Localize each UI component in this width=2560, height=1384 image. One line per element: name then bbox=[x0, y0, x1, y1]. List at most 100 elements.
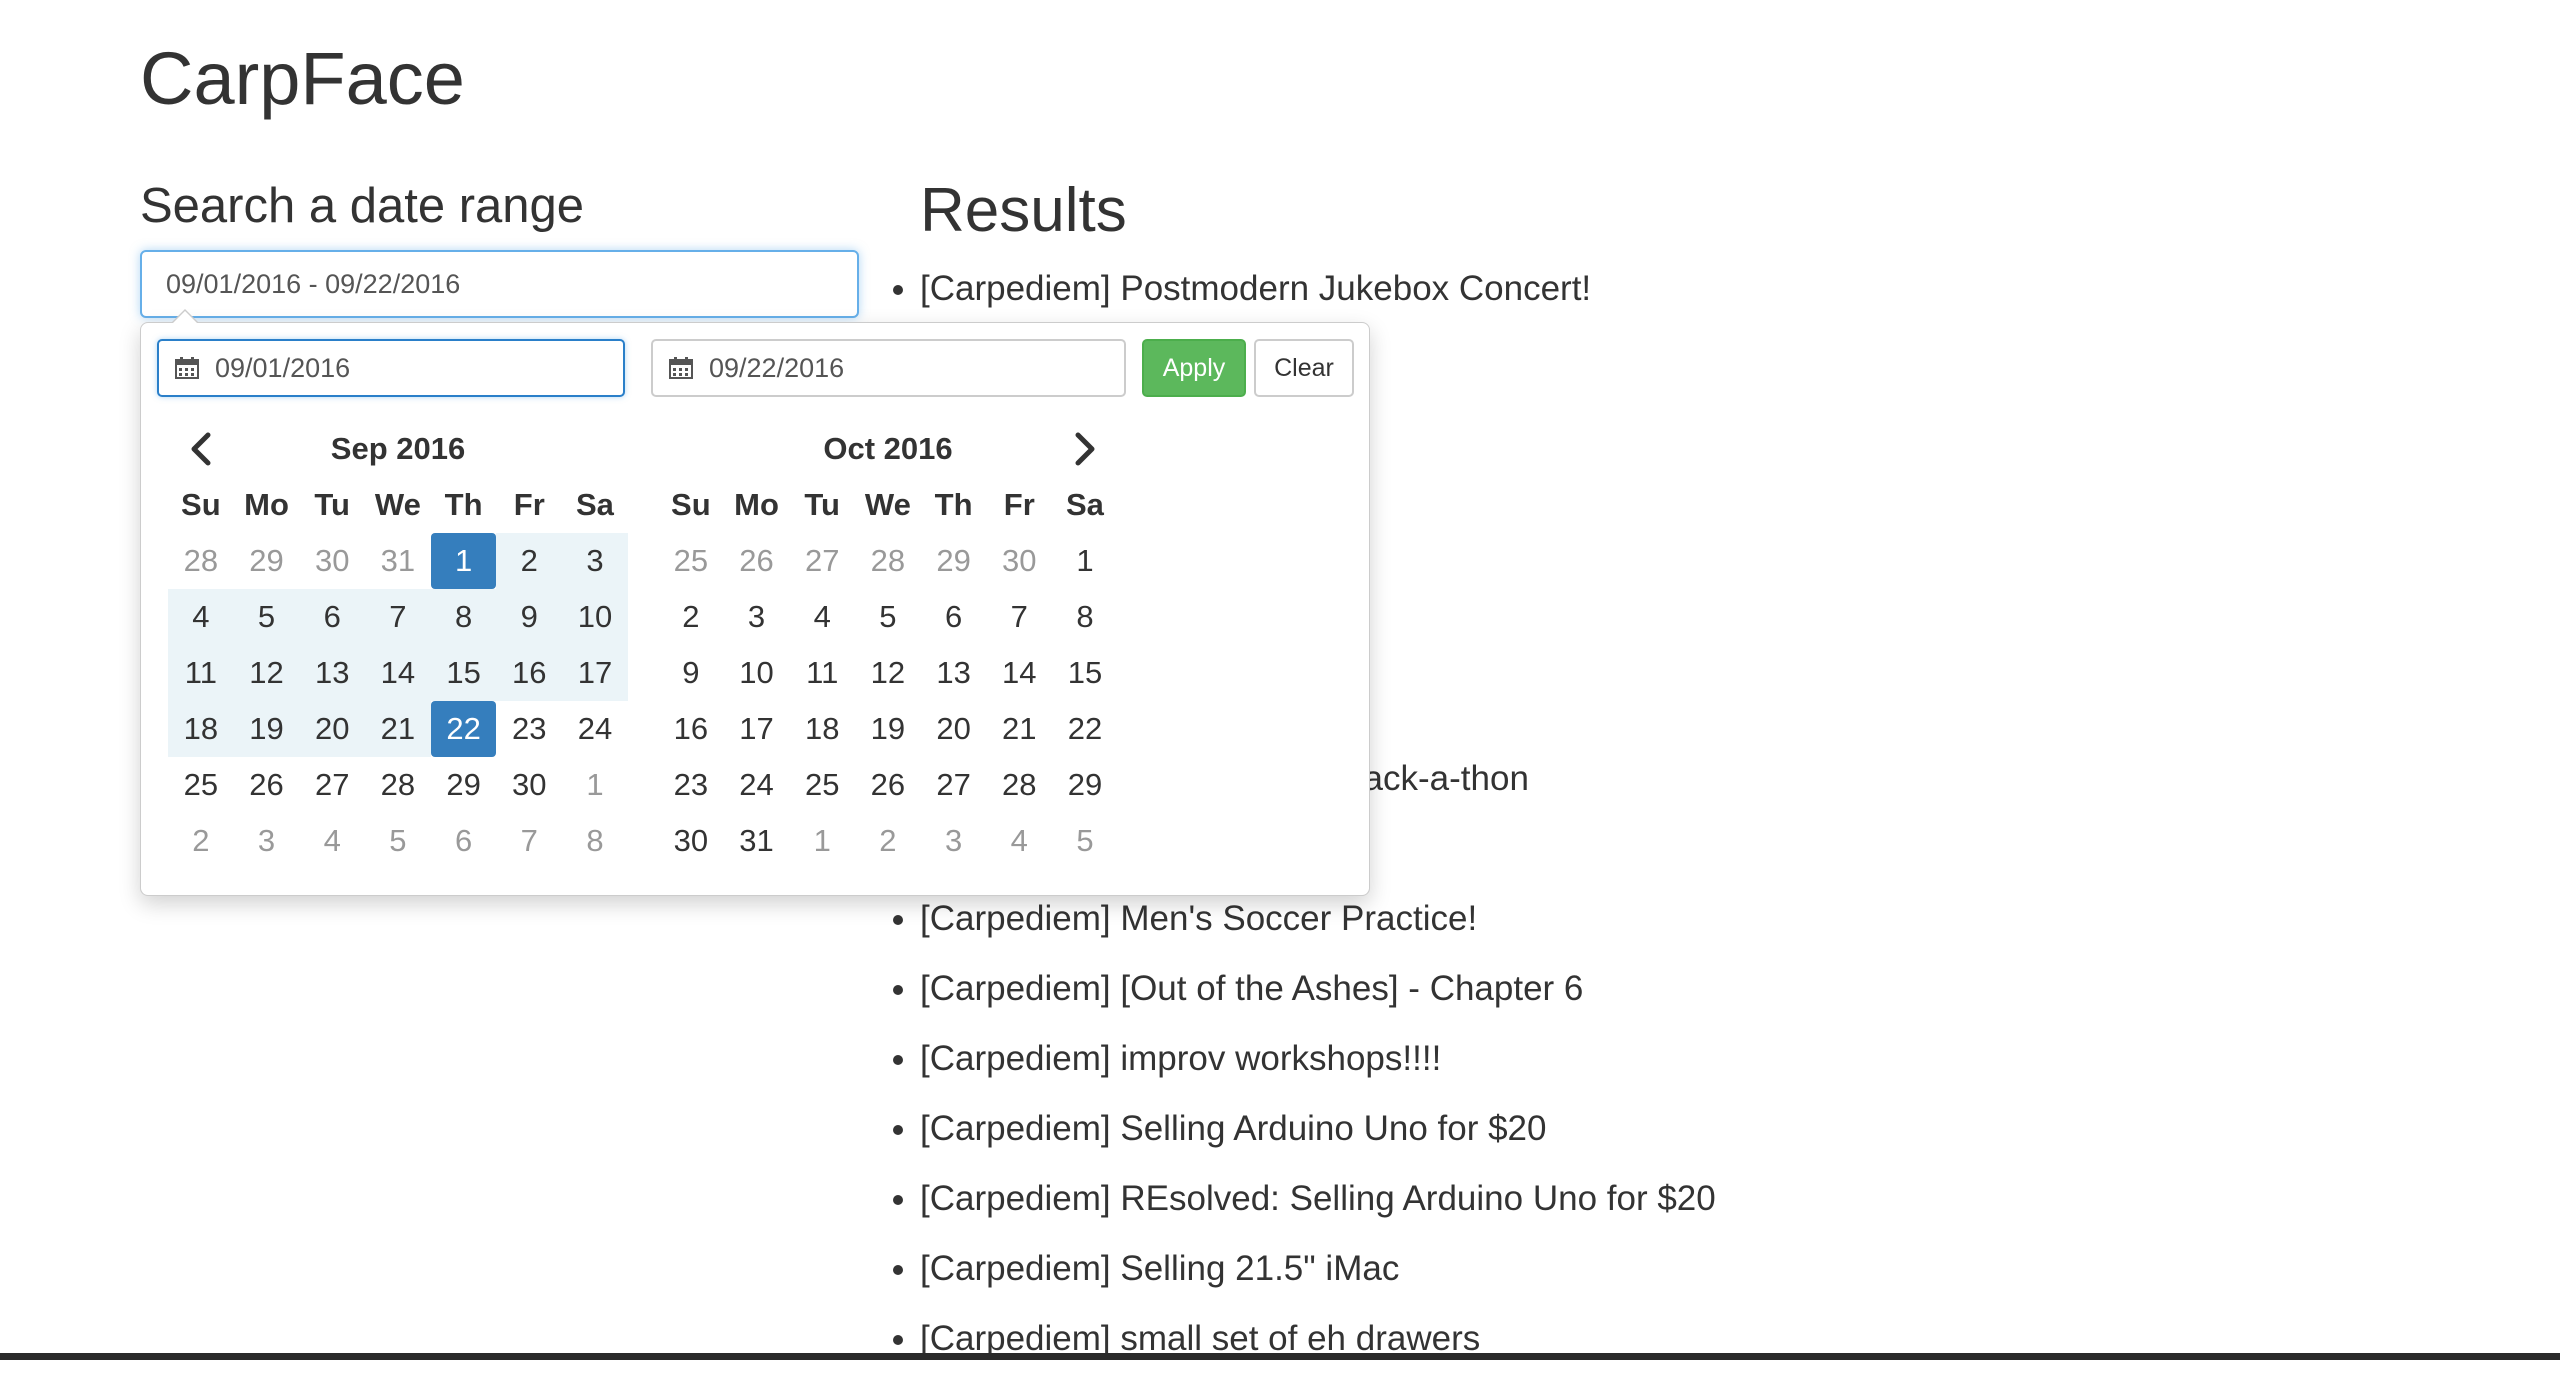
calendar-day[interactable]: 18 bbox=[168, 701, 234, 757]
calendar-day[interactable]: 2 bbox=[168, 813, 234, 869]
calendar-day[interactable]: 6 bbox=[299, 589, 366, 645]
calendar-day[interactable]: 8 bbox=[562, 813, 628, 869]
calendar-day[interactable]: 30 bbox=[299, 533, 365, 589]
calendar-day[interactable]: 8 bbox=[1052, 589, 1118, 645]
calendar-day[interactable]: 17 bbox=[562, 645, 628, 701]
calendar-day[interactable]: 6 bbox=[921, 589, 987, 645]
calendar-day[interactable]: 22 bbox=[1052, 701, 1118, 757]
chevron-right-icon[interactable] bbox=[1062, 427, 1106, 471]
calendar-day[interactable]: 7 bbox=[986, 589, 1052, 645]
calendar-day[interactable]: 14 bbox=[986, 645, 1052, 701]
calendar-day[interactable]: 5 bbox=[855, 589, 921, 645]
calendar-day[interactable]: 3 bbox=[234, 813, 300, 869]
calendar-day[interactable]: 12 bbox=[233, 645, 300, 701]
calendar-day[interactable]: 5 bbox=[365, 813, 431, 869]
calendar-day[interactable]: 1 bbox=[430, 533, 497, 589]
weekday-header: Tu bbox=[314, 487, 350, 522]
calendar-day[interactable]: 27 bbox=[299, 757, 365, 813]
calendar-day[interactable]: 21 bbox=[986, 701, 1052, 757]
calendar-day[interactable]: 30 bbox=[986, 533, 1052, 589]
calendar-day[interactable]: 15 bbox=[430, 645, 497, 701]
calendar-day[interactable]: 23 bbox=[658, 757, 724, 813]
apply-button[interactable]: Apply bbox=[1142, 339, 1246, 397]
calendar-day[interactable]: 20 bbox=[299, 701, 366, 757]
calendar-day[interactable]: 12 bbox=[855, 645, 921, 701]
calendar-day[interactable]: 16 bbox=[496, 645, 563, 701]
calendar-day[interactable]: 4 bbox=[168, 589, 234, 645]
calendar-day[interactable]: 14 bbox=[365, 645, 431, 701]
calendar-day[interactable]: 5 bbox=[233, 589, 300, 645]
calendar-day[interactable]: 4 bbox=[986, 813, 1052, 869]
calendar-day[interactable]: 4 bbox=[299, 813, 365, 869]
calendar-day[interactable]: 3 bbox=[921, 813, 987, 869]
calendar-day[interactable]: 29 bbox=[1052, 757, 1118, 813]
calendar-day[interactable]: 13 bbox=[921, 645, 987, 701]
result-item[interactable]: [Carpediem] Men's Soccer Practice! bbox=[920, 894, 1716, 964]
calendar-day[interactable]: 24 bbox=[724, 757, 790, 813]
weekday-header: Fr bbox=[1003, 487, 1035, 522]
calendar-day[interactable]: 26 bbox=[724, 533, 790, 589]
calendar-day[interactable]: 20 bbox=[921, 701, 987, 757]
calendar-day[interactable]: 18 bbox=[789, 701, 855, 757]
calendar-day[interactable]: 23 bbox=[496, 701, 562, 757]
result-item[interactable]: [Carpediem] Selling Arduino Uno for $20 bbox=[920, 1104, 1716, 1174]
end-date-input[interactable]: 09/22/2016 bbox=[651, 339, 1126, 397]
calendar-day[interactable]: 3 bbox=[724, 589, 790, 645]
calendar-day[interactable]: 1 bbox=[562, 757, 628, 813]
calendar-day[interactable]: 17 bbox=[724, 701, 790, 757]
calendar-day[interactable]: 27 bbox=[921, 757, 987, 813]
calendar-day[interactable]: 7 bbox=[365, 589, 431, 645]
calendar-day[interactable]: 28 bbox=[855, 533, 921, 589]
calendar-day[interactable]: 25 bbox=[789, 757, 855, 813]
calendar-day[interactable]: 28 bbox=[365, 757, 431, 813]
calendar-day[interactable]: 2 bbox=[658, 589, 724, 645]
result-item[interactable]: [Carpediem] small set of eh drawers bbox=[920, 1314, 1716, 1384]
calendar-day[interactable]: 1 bbox=[789, 813, 855, 869]
calendar-day[interactable]: 5 bbox=[1052, 813, 1118, 869]
calendar-day[interactable]: 29 bbox=[431, 757, 497, 813]
calendar-day[interactable]: 2 bbox=[855, 813, 921, 869]
calendar-day[interactable]: 21 bbox=[365, 701, 431, 757]
calendar-day[interactable]: 13 bbox=[299, 645, 366, 701]
calendar-day[interactable]: 6 bbox=[431, 813, 497, 869]
calendar-day[interactable]: 11 bbox=[168, 645, 234, 701]
calendar-day[interactable]: 25 bbox=[168, 757, 234, 813]
calendar-day[interactable]: 19 bbox=[855, 701, 921, 757]
calendar-day[interactable]: 2 bbox=[496, 533, 563, 589]
start-date-input[interactable]: 09/01/2016 bbox=[157, 339, 625, 397]
calendar-day[interactable]: 31 bbox=[365, 533, 431, 589]
calendar-day[interactable]: 25 bbox=[658, 533, 724, 589]
result-item[interactable]: [Carpediem] improv workshops!!!! bbox=[920, 1034, 1716, 1104]
calendar-day[interactable]: 3 bbox=[562, 533, 628, 589]
calendar-day[interactable]: 30 bbox=[658, 813, 724, 869]
calendar-day[interactable]: 4 bbox=[789, 589, 855, 645]
calendar-day[interactable]: 9 bbox=[496, 589, 563, 645]
clear-button[interactable]: Clear bbox=[1254, 339, 1354, 397]
calendar-day[interactable]: 10 bbox=[562, 589, 628, 645]
calendar-day[interactable]: 16 bbox=[658, 701, 724, 757]
calendar-day[interactable]: 29 bbox=[234, 533, 300, 589]
calendar-day[interactable]: 28 bbox=[986, 757, 1052, 813]
calendar-day[interactable]: 28 bbox=[168, 533, 234, 589]
calendar-day[interactable]: 31 bbox=[724, 813, 790, 869]
calendar-day[interactable]: 1 bbox=[1052, 533, 1118, 589]
calendar-day[interactable]: 26 bbox=[855, 757, 921, 813]
calendar-day[interactable]: 8 bbox=[430, 589, 497, 645]
calendar-day[interactable]: 24 bbox=[562, 701, 628, 757]
calendar-day[interactable]: 10 bbox=[724, 645, 790, 701]
calendar-day[interactable]: 29 bbox=[921, 533, 987, 589]
result-item[interactable]: [Carpediem] REsolved: Selling Arduino Un… bbox=[920, 1174, 1716, 1244]
date-range-input[interactable]: 09/01/2016 - 09/22/2016 bbox=[140, 250, 859, 318]
result-item[interactable]: [Carpediem] Selling 21.5" iMac bbox=[920, 1244, 1716, 1314]
calendar-day[interactable]: 30 bbox=[496, 757, 562, 813]
calendar-day[interactable]: 15 bbox=[1052, 645, 1118, 701]
calendar-day[interactable]: 9 bbox=[658, 645, 724, 701]
calendar-day[interactable]: 11 bbox=[789, 645, 855, 701]
calendar-day[interactable]: 19 bbox=[233, 701, 300, 757]
result-item[interactable]: [Carpediem] [Out of the Ashes] - Chapter… bbox=[920, 964, 1716, 1034]
calendar-day[interactable]: 22 bbox=[430, 701, 497, 757]
calendar-day[interactable]: 27 bbox=[789, 533, 855, 589]
calendar-day[interactable]: 26 bbox=[234, 757, 300, 813]
calendar-day[interactable]: 7 bbox=[496, 813, 562, 869]
weekday-header: Mo bbox=[244, 487, 289, 522]
